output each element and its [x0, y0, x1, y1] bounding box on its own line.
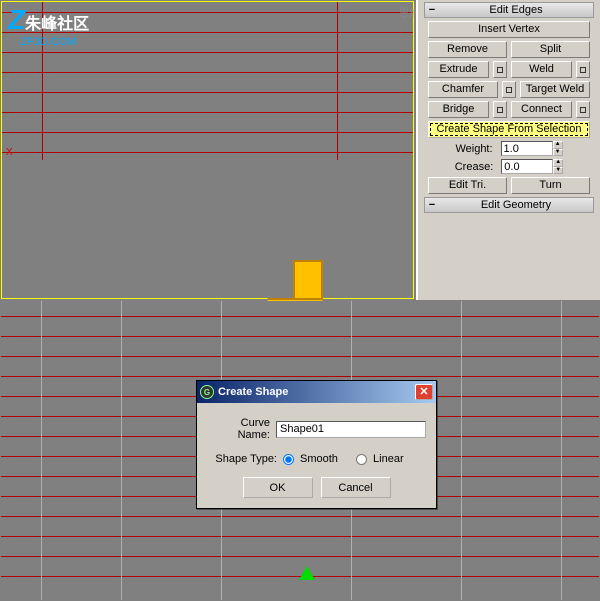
- smooth-radio[interactable]: [283, 454, 294, 465]
- logo: Z朱峰社区 ZF3D.COM: [8, 4, 89, 48]
- chamfer-button[interactable]: Chamfer: [428, 81, 498, 98]
- insert-vertex-button[interactable]: Insert Vertex: [428, 21, 590, 38]
- target-weld-button[interactable]: Target Weld: [520, 81, 590, 98]
- create-shape-from-selection-button[interactable]: Create Shape From Selection: [428, 121, 590, 138]
- bridge-settings-button[interactable]: [493, 101, 507, 118]
- command-panel: − Edit Edges Insert Vertex Remove Split …: [416, 0, 600, 300]
- linear-label: Linear: [373, 453, 404, 465]
- rollout-edit-geometry[interactable]: − Edit Geometry: [424, 197, 594, 213]
- curve-name-label: Curve Name:: [207, 417, 270, 441]
- bridge-button[interactable]: Bridge: [428, 101, 489, 118]
- create-shape-dialog: G Create Shape ✕ Curve Name: Shape Type:…: [196, 380, 437, 509]
- weld-button[interactable]: Weld: [511, 61, 572, 78]
- cancel-button[interactable]: Cancel: [321, 477, 391, 498]
- dialog-titlebar[interactable]: G Create Shape ✕: [197, 381, 436, 403]
- smooth-label: Smooth: [300, 453, 338, 465]
- chamfer-settings-button[interactable]: [502, 81, 516, 98]
- axis-indicator: X: [6, 147, 13, 158]
- linear-radio[interactable]: [356, 454, 367, 465]
- turn-button[interactable]: Turn: [511, 177, 590, 194]
- viewport-top[interactable]: X Z朱峰社区 ZF3D.COM: [1, 1, 414, 299]
- extrude-button[interactable]: Extrude: [428, 61, 489, 78]
- dialog-title: Create Shape: [218, 386, 288, 398]
- weight-input[interactable]: [501, 141, 553, 156]
- connect-settings-button[interactable]: [576, 101, 590, 118]
- marker-icon: [299, 566, 315, 580]
- app-icon: G: [200, 385, 214, 399]
- weight-spinner[interactable]: ▲▼: [553, 141, 563, 156]
- connect-button[interactable]: Connect: [511, 101, 572, 118]
- crease-input[interactable]: [501, 159, 553, 174]
- crease-spinner[interactable]: ▲▼: [553, 159, 563, 174]
- ok-button[interactable]: OK: [243, 477, 313, 498]
- curve-name-input[interactable]: [276, 421, 426, 438]
- split-button[interactable]: Split: [511, 41, 590, 58]
- shape-type-label: Shape Type:: [207, 453, 277, 465]
- remove-button[interactable]: Remove: [428, 41, 507, 58]
- crease-label: Crease:: [455, 161, 498, 173]
- weld-settings-button[interactable]: [576, 61, 590, 78]
- collapse-icon: −: [425, 4, 439, 16]
- extrude-settings-button[interactable]: [493, 61, 507, 78]
- rollout-edit-edges[interactable]: − Edit Edges: [424, 2, 594, 18]
- collapse-icon: −: [425, 199, 439, 211]
- edit-tri-button[interactable]: Edit Tri.: [428, 177, 507, 194]
- weight-label: Weight:: [455, 143, 496, 155]
- close-button[interactable]: ✕: [415, 384, 433, 400]
